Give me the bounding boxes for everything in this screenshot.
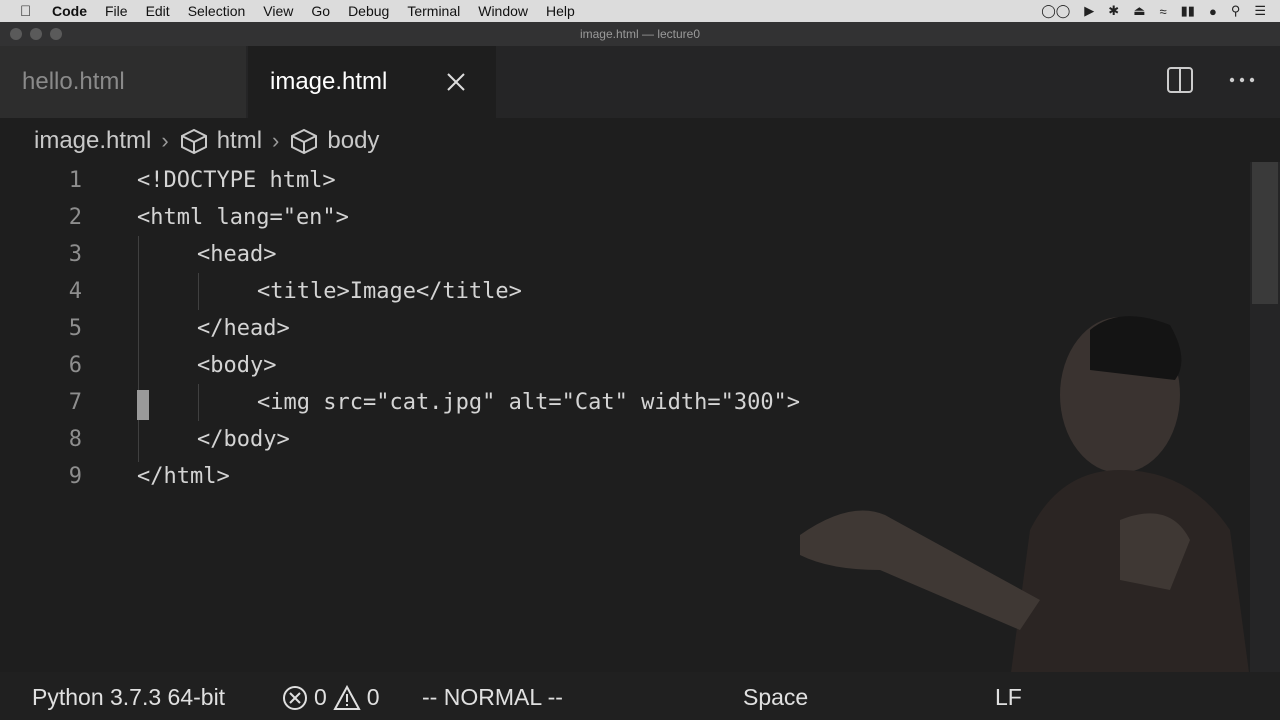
line-number: 9 xyxy=(68,464,82,489)
menu-edit[interactable]: Edit xyxy=(146,3,170,19)
tab-label: image.html xyxy=(270,68,388,95)
minimize-window-button[interactable] xyxy=(30,28,42,40)
code-text: <img src="cat.jpg" alt="Cat" width="300"… xyxy=(257,390,801,415)
end-of-line-setting[interactable]: LF xyxy=(995,684,1022,711)
window-title: image.html — lecture0 xyxy=(579,27,701,41)
line-number: 6 xyxy=(68,353,82,378)
line-number: 1 xyxy=(68,168,82,193)
presenter-image xyxy=(800,316,1250,680)
line-number: 3 xyxy=(68,242,82,267)
menu-go[interactable]: Go xyxy=(311,3,330,19)
window-controls xyxy=(10,28,62,40)
wifi-icon[interactable]: ≈ xyxy=(1160,4,1167,19)
vim-mode: -- NORMAL -- xyxy=(422,684,563,710)
more-actions-icon[interactable] xyxy=(1228,66,1256,94)
status-bar: Python 3.7.3 64-bit 0 0 -- NORMAL -- Spa… xyxy=(0,672,1280,720)
tab-actions xyxy=(1166,66,1256,94)
bluetooth-icon[interactable]: ✱ xyxy=(1108,3,1119,19)
line-number: 5 xyxy=(68,316,82,341)
spotlight-search-icon[interactable]: ⚲ xyxy=(1231,3,1241,19)
python-interpreter[interactable]: Python 3.7.3 64-bit xyxy=(32,684,225,711)
code-text: </head> xyxy=(197,316,290,341)
code-text: <!DOCTYPE html> xyxy=(137,168,336,193)
menu-terminal[interactable]: Terminal xyxy=(407,3,460,19)
scrollbar-thumb[interactable] xyxy=(1252,162,1278,304)
play-circle-icon[interactable]: ▶ xyxy=(1084,3,1094,19)
close-tab-icon[interactable] xyxy=(438,64,474,100)
code-text: </html> xyxy=(137,464,230,489)
code-line: 3 <head> xyxy=(0,236,1250,273)
menu-status-area: ◯◯ ▶ ✱ ⏏ ≈ ▮▮ ● ⚲ ☰ xyxy=(1041,0,1266,22)
breadcrumb-body[interactable]: body xyxy=(327,127,379,155)
line-number: 4 xyxy=(68,279,82,304)
code-text: <html lang="en"> xyxy=(137,205,349,230)
code-line: 1 <!DOCTYPE html> xyxy=(0,162,1250,199)
close-window-button[interactable] xyxy=(10,28,22,40)
menu-file[interactable]: File xyxy=(105,3,128,19)
battery-icon[interactable]: ▮▮ xyxy=(1181,3,1195,19)
menu-view[interactable]: View xyxy=(263,3,293,19)
chevron-right-icon: › xyxy=(161,128,169,153)
code-text: <head> xyxy=(197,242,277,267)
warning-count: 0 xyxy=(366,684,380,710)
code-text: <body> xyxy=(197,353,277,378)
window-title-bar: image.html — lecture0 xyxy=(0,22,1280,46)
menu-selection[interactable]: Selection xyxy=(188,3,246,19)
menu-help[interactable]: Help xyxy=(546,3,575,19)
eject-icon[interactable]: ⏏ xyxy=(1133,3,1145,19)
tab-hello-html[interactable]: hello.html xyxy=(0,46,246,118)
glasses-icon[interactable]: ◯◯ xyxy=(1041,3,1070,19)
chevron-right-icon: › xyxy=(272,128,280,153)
code-line: 2 <html lang="en"> xyxy=(0,199,1250,236)
menu-window[interactable]: Window xyxy=(478,3,528,19)
tab-image-html[interactable]: image.html xyxy=(248,46,496,118)
breadcrumb-file[interactable]: image.html xyxy=(34,127,151,155)
editor-scrollbar[interactable] xyxy=(1250,162,1280,672)
editor-tab-bar: hello.html image.html xyxy=(0,46,1280,118)
breadcrumb: image.html › html › body xyxy=(34,124,379,158)
indentation-setting[interactable]: Space xyxy=(743,684,808,711)
split-editor-icon[interactable] xyxy=(1166,66,1194,94)
tab-label: hello.html xyxy=(22,68,125,95)
line-number: 8 xyxy=(68,427,82,452)
warning-icon xyxy=(333,684,361,710)
apple-icon[interactable]:  xyxy=(20,3,36,20)
menu-app-code[interactable]: Code xyxy=(52,3,87,19)
error-icon xyxy=(283,685,307,710)
code-text: <title>Image</title> xyxy=(257,279,522,304)
mac-menu-bar:  Code File Edit Selection View Go Debug… xyxy=(0,0,1280,22)
notification-center-icon[interactable]: ☰ xyxy=(1254,3,1266,19)
problems-indicator[interactable]: 0 0 xyxy=(282,684,380,711)
cube-icon xyxy=(291,128,318,155)
zoom-window-button[interactable] xyxy=(50,28,62,40)
menu-debug[interactable]: Debug xyxy=(348,3,389,19)
error-count: 0 xyxy=(314,684,327,710)
line-number: 2 xyxy=(68,205,82,230)
cube-icon xyxy=(180,128,207,155)
code-text: </body> xyxy=(197,427,290,452)
user-icon[interactable]: ● xyxy=(1209,4,1217,19)
line-number: 7 xyxy=(68,390,82,415)
breadcrumb-html[interactable]: html xyxy=(217,127,262,155)
